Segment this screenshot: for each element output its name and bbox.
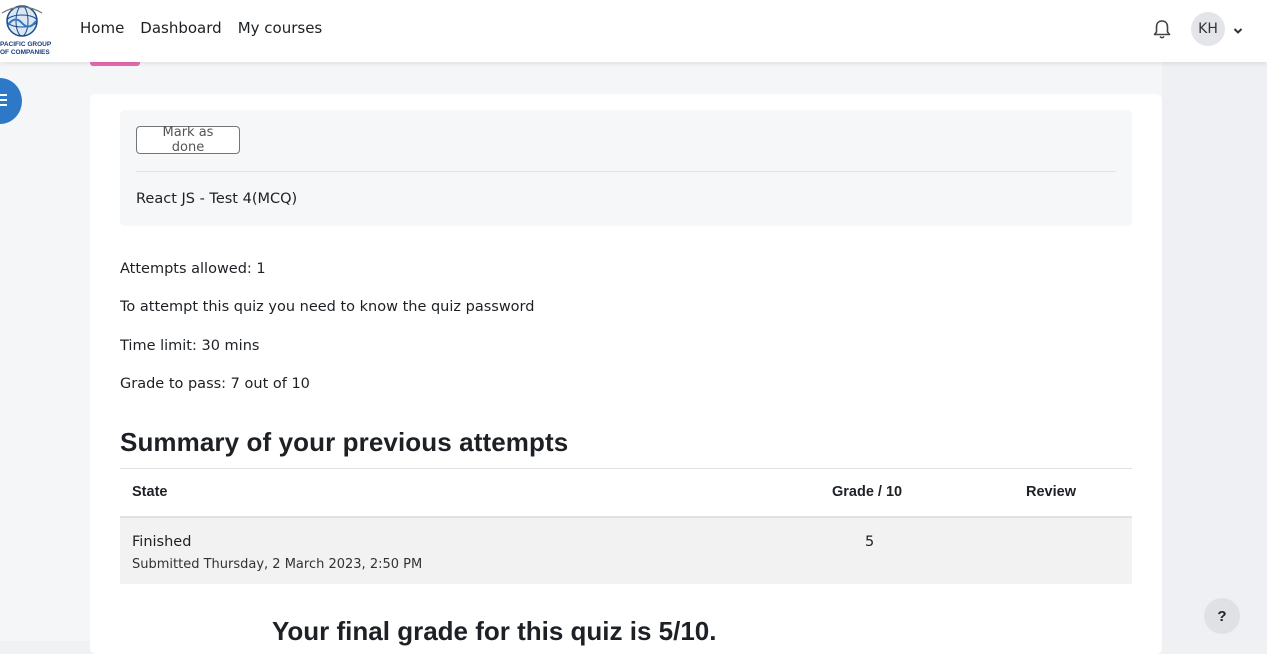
password-note: To attempt this quiz you need to know th…	[120, 299, 535, 315]
attempt-grade: 5	[865, 534, 875, 550]
logo-line-2: OF COMPANIES	[0, 49, 50, 56]
nav-my-courses[interactable]: My courses	[238, 19, 323, 37]
attempt-submitted-date: Submitted Thursday, 2 March 2023, 2:50 P…	[132, 557, 423, 572]
time-limit: Time limit: 30 mins	[120, 338, 260, 354]
site-logo[interactable]: PACIFIC GROUP OF COMPANIES	[0, 3, 51, 56]
column-header-review: Review	[1026, 484, 1076, 500]
top-navbar: PACIFIC GROUP OF COMPANIES Home Dashboar…	[0, 0, 1267, 62]
column-header-grade: Grade / 10	[832, 484, 903, 500]
final-grade-text: Your final grade for this quiz is 5/10.	[272, 616, 717, 646]
table-border-top	[120, 468, 1132, 469]
nav-dashboard[interactable]: Dashboard	[140, 19, 221, 37]
summary-heading: Summary of your previous attempts	[120, 427, 569, 457]
help-button[interactable]: ?	[1204, 598, 1240, 634]
activity-header: Mark as done React JS - Test 4(MCQ)	[120, 110, 1132, 226]
table-row: Finished Submitted Thursday, 2 March 202…	[120, 518, 1132, 584]
globe-logo-icon	[1, 5, 43, 37]
logo-line-1: PACIFIC GROUP	[0, 41, 52, 48]
grade-to-pass: Grade to pass: 7 out of 10	[120, 376, 310, 392]
list-icon	[0, 94, 8, 109]
divider	[136, 171, 1116, 172]
mark-as-done-button[interactable]: Mark as done	[136, 125, 240, 155]
logo-text: PACIFIC GROUP OF COMPANIES	[0, 41, 51, 57]
main-content-card: Mark as done React JS - Test 4(MCQ) Atte…	[90, 94, 1162, 654]
attempts-allowed: Attempts allowed: 1	[120, 261, 266, 277]
column-header-state: State	[132, 484, 168, 500]
primary-navigation: Home Dashboard My courses	[80, 19, 322, 37]
notifications-bell-icon[interactable]	[1152, 18, 1172, 40]
attempt-state: Finished	[132, 534, 192, 550]
chevron-down-icon[interactable]	[1232, 22, 1244, 34]
right-gutter	[1162, 0, 1267, 641]
nav-home[interactable]: Home	[80, 19, 124, 37]
activity-description: React JS - Test 4(MCQ)	[136, 191, 298, 207]
user-avatar[interactable]: KH	[1191, 12, 1225, 46]
